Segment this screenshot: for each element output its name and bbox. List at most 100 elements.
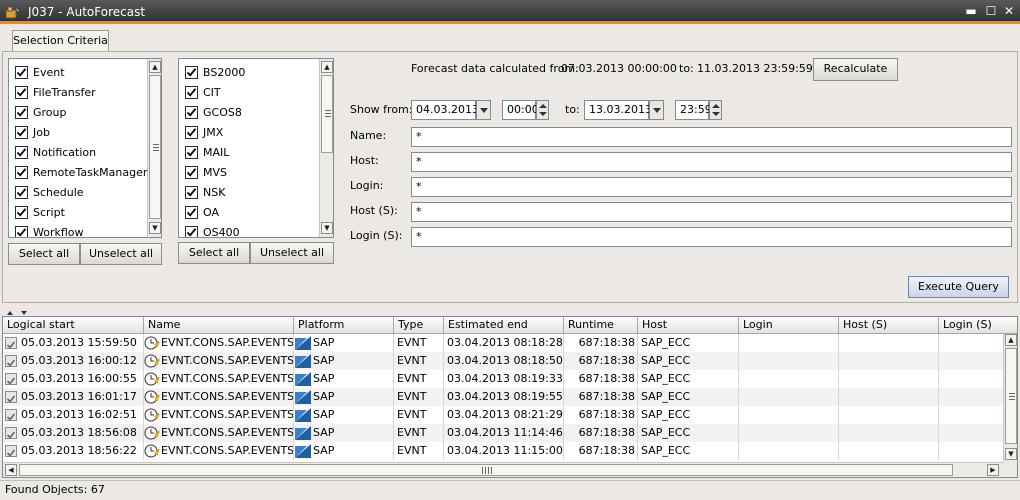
close-button[interactable]: ✕ <box>1000 3 1018 19</box>
minimize-button[interactable]: ▬ <box>962 3 980 19</box>
scroll-down-icon[interactable]: ▼ <box>1005 448 1017 460</box>
object-type-item[interactable]: Script <box>15 202 65 222</box>
table-vertical-scrollbar[interactable]: ▲ ▼ <box>1003 334 1017 462</box>
checkbox[interactable] <box>185 165 198 179</box>
object-type-list[interactable]: ▲ ▼ Event FileTransfer Group Job Notificatio… <box>8 58 162 238</box>
platform-item[interactable]: NSK <box>185 182 225 202</box>
platform-item[interactable]: GCOS8 <box>185 102 242 122</box>
object-type-item[interactable]: FileTransfer <box>15 82 96 102</box>
to-time-field[interactable]: 23:59 <box>675 100 712 120</box>
column-header[interactable]: Type <box>394 317 444 334</box>
checkbox[interactable] <box>185 205 198 219</box>
to-time-spinner-icon[interactable] <box>709 100 722 120</box>
row-checkbox[interactable] <box>5 355 17 367</box>
from-date-dropdown-icon[interactable] <box>476 100 491 120</box>
row-checkbox[interactable] <box>5 409 17 421</box>
table-row[interactable]: 05.03.2013 18:56:08 EVNT.CONS.SAP.EVENTS S… <box>3 424 1003 442</box>
scroll-right-icon[interactable]: ▶ <box>987 464 999 476</box>
name-field[interactable]: * <box>411 127 1012 147</box>
checkbox[interactable] <box>185 145 198 159</box>
object-type-item[interactable]: Event <box>15 62 65 82</box>
checkbox[interactable] <box>185 125 198 139</box>
object-type-item[interactable]: Workflow <box>15 222 84 237</box>
object-type-list-scrollbar[interactable]: ▲ ▼ <box>147 59 161 237</box>
object-types-unselect-all-button[interactable]: Unselect all <box>80 243 162 265</box>
platform-list[interactable]: ▲ ▼ BS2000 CIT GCOS8 JMX MAIL MVS NSK OA OS400 <box>178 58 334 238</box>
login-field[interactable]: * <box>411 177 1012 197</box>
checkbox[interactable] <box>185 105 198 119</box>
to-date-dropdown-icon[interactable] <box>649 100 664 120</box>
object-types-select-all-button[interactable]: Select all <box>8 243 80 265</box>
host-s-field[interactable]: * <box>411 202 1012 222</box>
object-type-item[interactable]: Schedule <box>15 182 84 202</box>
scroll-thumb[interactable] <box>321 75 333 153</box>
checkbox[interactable] <box>15 105 28 119</box>
row-checkbox[interactable] <box>5 337 17 349</box>
checkbox[interactable] <box>185 225 198 237</box>
table-row[interactable]: 05.03.2013 15:59:50 EVNT.CONS.SAP.EVENTS S… <box>3 334 1003 352</box>
checkbox[interactable] <box>15 225 28 237</box>
platform-list-scrollbar[interactable]: ▲ ▼ <box>319 59 333 237</box>
object-type-item[interactable]: Notification <box>15 142 96 162</box>
platform-item[interactable]: OA <box>185 202 219 222</box>
platforms-select-all-button[interactable]: Select all <box>178 242 250 264</box>
recalculate-button[interactable]: Recalculate <box>813 58 898 81</box>
column-header[interactable]: Login <box>739 317 839 334</box>
column-header[interactable]: Logical start <box>3 317 144 334</box>
object-type-item[interactable]: Job <box>15 122 50 142</box>
checkbox[interactable] <box>15 145 28 159</box>
column-header[interactable]: Host (S) <box>839 317 939 334</box>
login-s-field[interactable]: * <box>411 227 1012 247</box>
checkbox[interactable] <box>15 165 28 179</box>
scroll-up-icon[interactable]: ▲ <box>149 61 161 73</box>
table-horizontal-scrollbar[interactable]: ◀ ▶ <box>3 462 1003 477</box>
to-date-field[interactable]: 13.03.2013 <box>584 100 652 120</box>
scroll-down-icon[interactable]: ▼ <box>149 222 161 234</box>
tab-selection-criteria[interactable]: Selection Criteria <box>12 30 109 52</box>
scroll-down-icon[interactable]: ▼ <box>321 222 333 234</box>
object-type-item[interactable]: Group <box>15 102 67 122</box>
column-header[interactable]: Host <box>638 317 739 334</box>
scroll-up-icon[interactable]: ▲ <box>321 61 333 73</box>
row-checkbox[interactable] <box>5 427 17 439</box>
maximize-button[interactable]: ☐ <box>982 3 1000 19</box>
scroll-thumb[interactable] <box>149 75 161 219</box>
column-header[interactable]: Estimated end <box>444 317 564 334</box>
checkbox[interactable] <box>15 85 28 99</box>
column-header[interactable]: Name <box>144 317 294 334</box>
splitter[interactable] <box>2 307 1018 315</box>
table-row[interactable]: 05.03.2013 16:00:12 EVNT.CONS.SAP.EVENTS S… <box>3 352 1003 370</box>
table-row[interactable]: 05.03.2013 16:02:51 EVNT.CONS.SAP.EVENTS S… <box>3 406 1003 424</box>
column-header[interactable]: Platform <box>294 317 394 334</box>
platform-item[interactable]: OS400 <box>185 222 240 237</box>
checkbox[interactable] <box>15 125 28 139</box>
platform-item[interactable]: MAIL <box>185 142 229 162</box>
column-header[interactable]: Login (S) <box>939 317 1017 334</box>
execute-query-button[interactable]: Execute Query <box>908 276 1009 298</box>
scroll-thumb[interactable] <box>1005 348 1017 444</box>
platform-item[interactable]: BS2000 <box>185 62 245 82</box>
scroll-left-icon[interactable]: ◀ <box>5 464 17 476</box>
column-header[interactable]: Runtime <box>564 317 638 334</box>
from-time-spinner-icon[interactable] <box>536 100 549 120</box>
platforms-unselect-all-button[interactable]: Unselect all <box>250 242 334 264</box>
platform-item[interactable]: JMX <box>185 122 223 142</box>
checkbox[interactable] <box>185 185 198 199</box>
checkbox[interactable] <box>185 85 198 99</box>
results-table[interactable]: Logical start Name Platform Type Estimated e… <box>2 316 1018 478</box>
checkbox[interactable] <box>15 185 28 199</box>
table-row[interactable]: 05.03.2013 18:56:22 EVNT.CONS.SAP.EVENTS S… <box>3 442 1003 460</box>
table-row[interactable]: 05.03.2013 16:01:17 EVNT.CONS.SAP.EVENTS S… <box>3 388 1003 406</box>
checkbox[interactable] <box>15 65 28 79</box>
from-time-field[interactable]: 00:00 <box>502 100 539 120</box>
horizontal-scroll-thumb[interactable] <box>19 464 953 476</box>
row-checkbox[interactable] <box>5 445 17 457</box>
scroll-up-icon[interactable]: ▲ <box>1005 334 1017 346</box>
object-type-item[interactable]: RemoteTaskManager <box>15 162 147 182</box>
row-checkbox[interactable] <box>5 391 17 403</box>
from-date-field[interactable]: 04.03.2013 <box>411 100 479 120</box>
platform-item[interactable]: CIT <box>185 82 221 102</box>
row-checkbox[interactable] <box>5 373 17 385</box>
host-field[interactable]: * <box>411 152 1012 172</box>
table-row[interactable]: 05.03.2013 16:00:55 EVNT.CONS.SAP.EVENTS S… <box>3 370 1003 388</box>
